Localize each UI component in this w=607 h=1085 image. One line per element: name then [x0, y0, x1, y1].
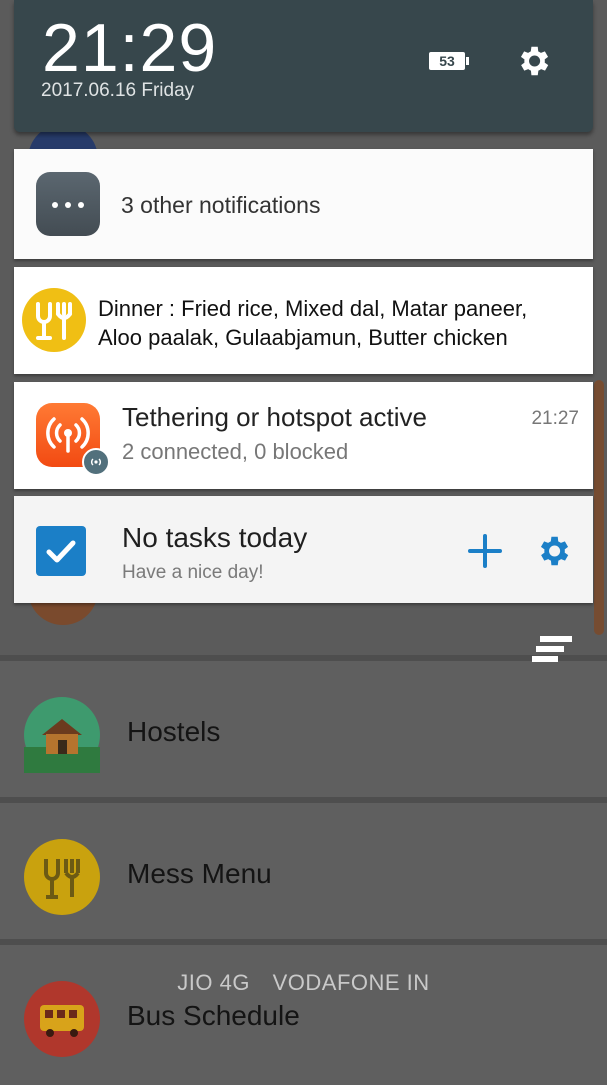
add-task-icon[interactable]	[466, 532, 504, 570]
clock: 21:29	[42, 10, 218, 86]
date-label: 2017.06.16 Friday	[41, 80, 195, 101]
tasks-title: No tasks today	[122, 522, 308, 553]
app-list-item-bus-schedule[interactable]: Bus Schedule	[0, 939, 607, 1085]
more-dots-icon	[36, 172, 100, 236]
task-checkbox-icon	[36, 526, 86, 576]
app-list-label: Mess Menu	[127, 858, 272, 889]
app-list-item-mess-menu[interactable]: Mess Menu	[0, 797, 607, 943]
other-notifications-card[interactable]: 3 other notifications	[14, 149, 593, 259]
hotspot-title: Tethering or hotspot active	[122, 402, 427, 432]
hotspot-notification-card[interactable]: Tethering or hotspot active 2 connected,…	[14, 382, 593, 489]
task-settings-gear-icon[interactable]	[534, 532, 572, 570]
app-list-label: Hostels	[127, 716, 221, 747]
carrier-label: JIO 4G VODAFONE IN	[0, 970, 607, 996]
dinner-notification-card[interactable]: Dinner : Fried rice, Mixed dal, Matar pa…	[14, 267, 593, 374]
settings-gear-icon[interactable]	[514, 42, 552, 80]
clear-all-icon[interactable]	[530, 634, 574, 668]
hotspot-timestamp: 21:27	[531, 408, 579, 429]
battery-level: 53	[439, 53, 455, 69]
dinner-line-2: Aloo paalak, Gulaabjamun, Butter chicken	[98, 325, 508, 350]
fork-glass-icon	[22, 288, 86, 352]
battery-icon: 53	[429, 52, 469, 70]
tasks-notification-card[interactable]: No tasks today Have a nice day!	[14, 496, 593, 603]
app-list-label: Bus Schedule	[127, 1000, 300, 1031]
hotspot-subtitle: 2 connected, 0 blocked	[122, 439, 349, 464]
carrier-1: JIO 4G	[177, 970, 250, 995]
dinner-line-1: Dinner : Fried rice, Mixed dal, Matar pa…	[98, 296, 528, 321]
carrier-2: VODAFONE IN	[272, 970, 430, 995]
scrollbar[interactable]	[594, 380, 604, 635]
house-icon	[24, 697, 100, 773]
hotspot-badge-icon	[82, 448, 110, 476]
app-list-item-hostels[interactable]: Hostels	[0, 655, 607, 801]
notification-header: 21:29 2017.06.16 Friday 53	[14, 0, 593, 132]
tasks-subtitle: Have a nice day!	[122, 562, 264, 583]
fork-glass-icon	[24, 839, 100, 915]
dinner-menu-text: Dinner : Fried rice, Mixed dal, Matar pa…	[98, 294, 527, 352]
other-notifications-label: 3 other notifications	[121, 192, 321, 218]
